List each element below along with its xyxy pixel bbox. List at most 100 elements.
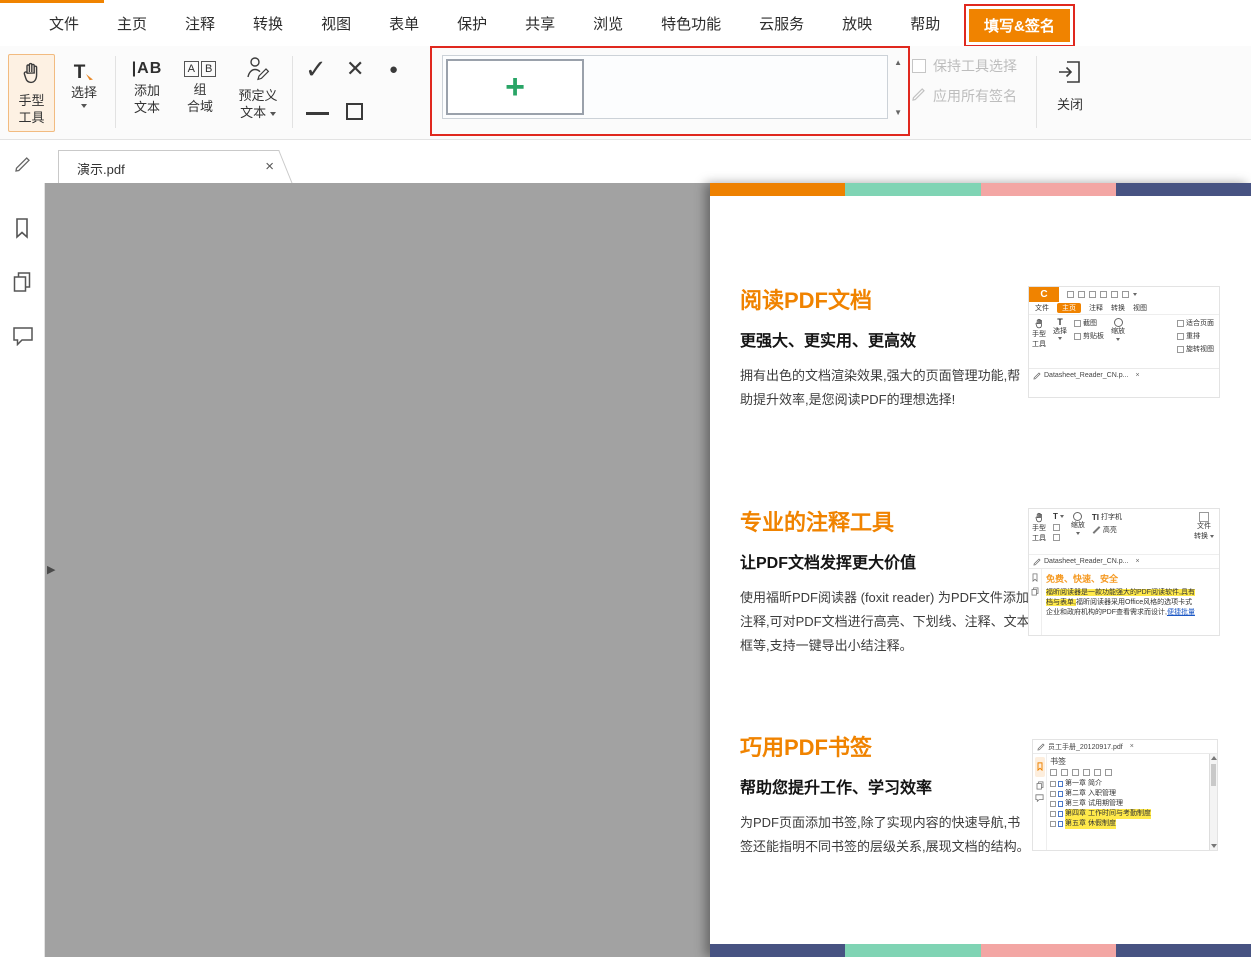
thumb-content: 免费、快速、安全 福昕阅读器是一款功能强大的PDF阅读软件,具有 档与表单,福昕… bbox=[1029, 569, 1219, 635]
rectangle-stamp-button[interactable] bbox=[346, 103, 363, 120]
bookmark-panel-title: 书签 bbox=[1050, 756, 1206, 767]
add-text-button[interactable]: |AB 添加 文本 bbox=[122, 56, 172, 116]
fill-sign-highlight-box: 填写&签名 bbox=[964, 4, 1075, 47]
tab-close-icon[interactable]: × bbox=[265, 158, 274, 175]
menu-features[interactable]: 特色功能 bbox=[642, 13, 740, 34]
section-title: 阅读PDF文档 bbox=[740, 283, 1040, 315]
panel-collapse-handle[interactable]: ▶ bbox=[47, 563, 55, 576]
exit-icon bbox=[1056, 58, 1084, 91]
thumbnail-bookmark-ui: 员工手册_20120917.pdf × 书签 第一章 简介 bbox=[1032, 739, 1218, 851]
thumb-menu-row: 文件 主页 注释 转换 视图 bbox=[1029, 302, 1219, 315]
comments-panel-icon[interactable] bbox=[12, 326, 34, 351]
thumb-titlebar: C bbox=[1029, 287, 1219, 302]
section-annotation-tools: 专业的注释工具 让PDF文档发挥更大价值 使用福昕PDF阅读器 (foxit r… bbox=[740, 505, 1040, 658]
section-bookmarks: 巧用PDF书签 帮助您提升工作、学习效率 为PDF页面添加书签,除了实现内容的快… bbox=[740, 730, 1040, 859]
pen-icon bbox=[912, 87, 926, 106]
ribbon-toolbar: 手型 工具 T 选择 |AB 添加 文本 AB 组 合域 bbox=[0, 46, 1251, 140]
predefined-text-icon bbox=[245, 54, 271, 87]
menu-cloud[interactable]: 云服务 bbox=[740, 13, 823, 34]
menu-file[interactable]: 文件 bbox=[30, 13, 98, 34]
add-signature-cell[interactable]: + bbox=[446, 59, 584, 115]
select-tool-button[interactable]: T 选择 bbox=[60, 56, 108, 108]
document-tab-title: 演示.pdf bbox=[77, 159, 125, 178]
hand-tool-label-line2: 工具 bbox=[18, 109, 44, 126]
document-tab[interactable]: 演示.pdf × bbox=[58, 150, 276, 183]
section-body: 为PDF页面添加书签,除了实现内容的快速导航,书签还能指明不同书签的层级关系,展… bbox=[740, 811, 1032, 859]
signature-panel-highlight-box: + ▲ ▼ bbox=[430, 46, 910, 136]
add-text-icon: |AB bbox=[132, 56, 163, 82]
thumb-doc-tab: Datasheet_Reader_CN.p... × bbox=[1029, 368, 1219, 382]
select-cursor-icon: T bbox=[74, 56, 95, 84]
thumb-sidebar-icons bbox=[1033, 754, 1047, 850]
menu-help[interactable]: 帮助 bbox=[891, 13, 959, 34]
predefined-text-button[interactable]: 预定义 文本 bbox=[228, 54, 288, 121]
menu-form[interactable]: 表单 bbox=[370, 13, 438, 34]
menu-view[interactable]: 视图 bbox=[302, 13, 370, 34]
combine-label-line1: 组 bbox=[193, 81, 206, 98]
ribbon-separator bbox=[292, 56, 293, 128]
hand-tool-button[interactable]: 手型 工具 bbox=[8, 54, 55, 132]
add-text-label-line1: 添加 bbox=[134, 82, 160, 99]
dot-stamp-button[interactable]: ● bbox=[389, 62, 398, 77]
thumbnail-reader-ui: C 文件 主页 注释 转换 视图 手型工具 bbox=[1028, 286, 1220, 398]
section-subtitle: 让PDF文档发挥更大价值 bbox=[740, 549, 1040, 573]
thumb-doc-tab: 员工手册_20120917.pdf × bbox=[1033, 740, 1217, 754]
signature-list-panel: + bbox=[442, 55, 888, 119]
hand-tool-label-line1: 手型 bbox=[18, 92, 44, 109]
section-subtitle: 更强大、更实用、更高效 bbox=[740, 327, 1040, 351]
thumb-toolbar: 手型工具 T 缩放 TI打字机 高亮 bbox=[1029, 509, 1219, 555]
menu-share[interactable]: 共享 bbox=[506, 13, 574, 34]
window-accent-line bbox=[0, 0, 104, 3]
thumb-toolbar: 手型工具 T选择 截图 剪贴板 缩放 适合页面 重排 旋 bbox=[1029, 315, 1219, 368]
plus-icon: + bbox=[505, 70, 525, 104]
navigation-sidebar bbox=[0, 183, 45, 957]
select-dropdown-icon[interactable] bbox=[81, 104, 87, 108]
ribbon-separator bbox=[1036, 56, 1037, 128]
thumb-sidebar-icons bbox=[1029, 569, 1042, 635]
bookmarks-panel-icon[interactable] bbox=[12, 217, 32, 244]
combine-fields-icon: AB bbox=[184, 61, 217, 77]
thumb-bookmark-panel: 书签 第一章 简介 第二章 入职管理 第三章 试用期管理 第四章 工作时间与考勤… bbox=[1047, 754, 1209, 850]
section-body: 使用福昕PDF阅读器 (foxit reader) 为PDF文件添加注释,可对P… bbox=[740, 586, 1032, 658]
thumbnail-annotation-ui: 手型工具 T 缩放 TI打字机 高亮 bbox=[1028, 508, 1220, 636]
menu-protect[interactable]: 保护 bbox=[438, 13, 506, 34]
pages-panel-icon[interactable] bbox=[12, 271, 32, 298]
bookmark-panel-toolbar bbox=[1050, 769, 1206, 776]
predefined-label-line1: 预定义 bbox=[238, 87, 277, 104]
section-body: 拥有出色的文档渲染效果,强大的页面管理功能,帮助提升效率,是您阅读PDF的理想选… bbox=[740, 364, 1032, 412]
tab-fill-and-sign[interactable]: 填写&签名 bbox=[969, 9, 1070, 42]
combine-fields-button[interactable]: AB 组 合域 bbox=[175, 56, 225, 115]
apply-all-signatures-option: 应用所有签名 bbox=[912, 86, 1017, 106]
combine-label-line2: 合域 bbox=[187, 98, 213, 115]
section-title: 巧用PDF书签 bbox=[740, 730, 1040, 762]
signature-scroll-down-icon[interactable]: ▼ bbox=[894, 108, 902, 117]
thumb-content: 书签 第一章 简介 第二章 入职管理 第三章 试用期管理 第四章 工作时间与考勤… bbox=[1033, 754, 1217, 850]
menu-present[interactable]: 放映 bbox=[823, 13, 891, 34]
document-tab-strip: 演示.pdf × bbox=[0, 140, 1251, 183]
thumb-scrollbar bbox=[1209, 754, 1217, 850]
document-view-area: ▶ 阅读PDF文档 更强大、更实用、更高效 拥有出色的文档渲染效果,强大的页面管… bbox=[45, 183, 1251, 957]
menu-convert[interactable]: 转换 bbox=[234, 13, 302, 34]
foxit-reader-window: 文件 主页 注释 转换 视图 表单 保护 共享 浏览 特色功能 云服务 放映 帮… bbox=[0, 0, 1251, 957]
hand-icon bbox=[20, 61, 44, 92]
select-label: 选择 bbox=[71, 84, 97, 101]
cross-stamp-button[interactable]: ✕ bbox=[346, 58, 364, 80]
section-subtitle: 帮助您提升工作、学习效率 bbox=[740, 774, 1040, 798]
ribbon-separator bbox=[115, 56, 116, 128]
menu-browse[interactable]: 浏览 bbox=[574, 13, 642, 34]
add-text-label-line2: 文本 bbox=[134, 99, 160, 116]
thumb-doc-tab: Datasheet_Reader_CN.p... × bbox=[1029, 555, 1219, 569]
predefined-label-line2: 文本 bbox=[240, 104, 276, 121]
signature-scroll-up-icon[interactable]: ▲ bbox=[894, 58, 902, 67]
line-stamp-button[interactable] bbox=[306, 112, 329, 115]
page-bottom-stripe bbox=[710, 944, 1251, 957]
foxit-logo: C bbox=[1029, 287, 1059, 302]
menu-home[interactable]: 主页 bbox=[98, 13, 166, 34]
pencil-icon[interactable] bbox=[14, 156, 31, 178]
keep-tool-selection-label: 保持工具选择 bbox=[933, 56, 1017, 76]
keep-tool-selection-checkbox bbox=[912, 59, 926, 73]
menu-comment[interactable]: 注释 bbox=[166, 13, 234, 34]
close-fill-sign-button[interactable]: 关闭 bbox=[1046, 58, 1094, 113]
check-stamp-button[interactable]: ✓ bbox=[305, 56, 327, 82]
section-read-pdf: 阅读PDF文档 更强大、更实用、更高效 拥有出色的文档渲染效果,强大的页面管理功… bbox=[740, 283, 1040, 412]
